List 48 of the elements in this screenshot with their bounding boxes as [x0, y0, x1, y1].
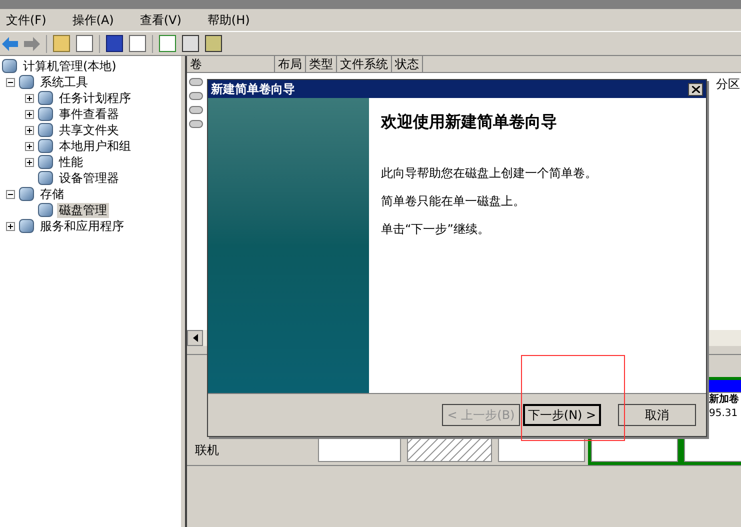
wizard-button[interactable]: 取消 — [618, 404, 696, 426]
tree-item[interactable]: 本地用户和组 — [57, 138, 133, 154]
tree-item[interactable]: 服务和应用程序 — [38, 218, 126, 234]
tree-item[interactable]: 任务计划程序 — [57, 90, 133, 106]
column-header[interactable]: 卷 — [187, 56, 275, 73]
dialog-title: 新建简单卷向导 — [211, 81, 295, 98]
volume-size: 95.31 — [709, 407, 739, 421]
expand-toggle[interactable] — [25, 142, 34, 150]
scroll-left-button[interactable] — [187, 330, 203, 346]
drive-icon — [189, 106, 203, 114]
collapse-toggle[interactable] — [6, 78, 15, 86]
column-header[interactable]: 状态 — [392, 56, 423, 73]
tree-item[interactable]: 磁盘管理 — [57, 202, 109, 218]
wizard-text: 此向导帮助您在磁盘上创建一个简单卷。 — [381, 165, 598, 182]
expand-toggle[interactable] — [25, 158, 34, 166]
tree-item[interactable]: 计算机管理(本地) — [21, 58, 118, 74]
wizard-text: 单击“下一步”继续。 — [381, 221, 490, 238]
drive-icon — [189, 120, 203, 128]
tree-item[interactable]: 设备管理器 — [57, 170, 121, 186]
left-arrow-icon — [192, 334, 198, 342]
tree-item[interactable]: 性能 — [57, 154, 85, 170]
collapse-toggle[interactable] — [6, 190, 15, 198]
menu-item[interactable]: 帮助(H) — [207, 11, 250, 29]
disk-status: 联机 — [195, 443, 219, 457]
tree-item[interactable]: 共享文件夹 — [57, 122, 121, 138]
expand-toggle[interactable] — [25, 126, 34, 134]
wizard-heading: 欢迎使用新建简单卷向导 — [381, 111, 558, 133]
drive-icon — [189, 92, 203, 100]
tree-item[interactable]: 存储 — [38, 186, 66, 202]
menu-item[interactable]: 操作(A) — [72, 11, 114, 29]
tree-item[interactable]: 系统工具 — [38, 74, 90, 90]
menu-item[interactable]: 查看(V) — [140, 11, 182, 29]
drive-icon — [189, 78, 203, 86]
column-header[interactable]: 布局 — [275, 56, 306, 73]
table-cell-text: 分区 — [716, 76, 741, 93]
menu-item[interactable]: 文件(F) — [6, 11, 46, 29]
expand-toggle[interactable] — [6, 222, 15, 230]
expand-toggle[interactable] — [25, 94, 34, 102]
back-arrow-icon[interactable] — [2, 36, 18, 50]
close-icon — [692, 86, 700, 92]
column-header[interactable]: 文件系统 — [337, 56, 392, 73]
wizard-text: 简单卷只能在单一磁盘上。 — [381, 193, 526, 210]
tree-item[interactable]: 事件查看器 — [57, 106, 121, 122]
column-header[interactable]: 类型 — [306, 56, 337, 73]
wizard-button[interactable]: 下一步(N) > — [523, 404, 601, 426]
expand-toggle[interactable] — [25, 110, 34, 118]
volume-name: 新加卷 — [709, 393, 740, 407]
close-button[interactable] — [688, 82, 703, 96]
